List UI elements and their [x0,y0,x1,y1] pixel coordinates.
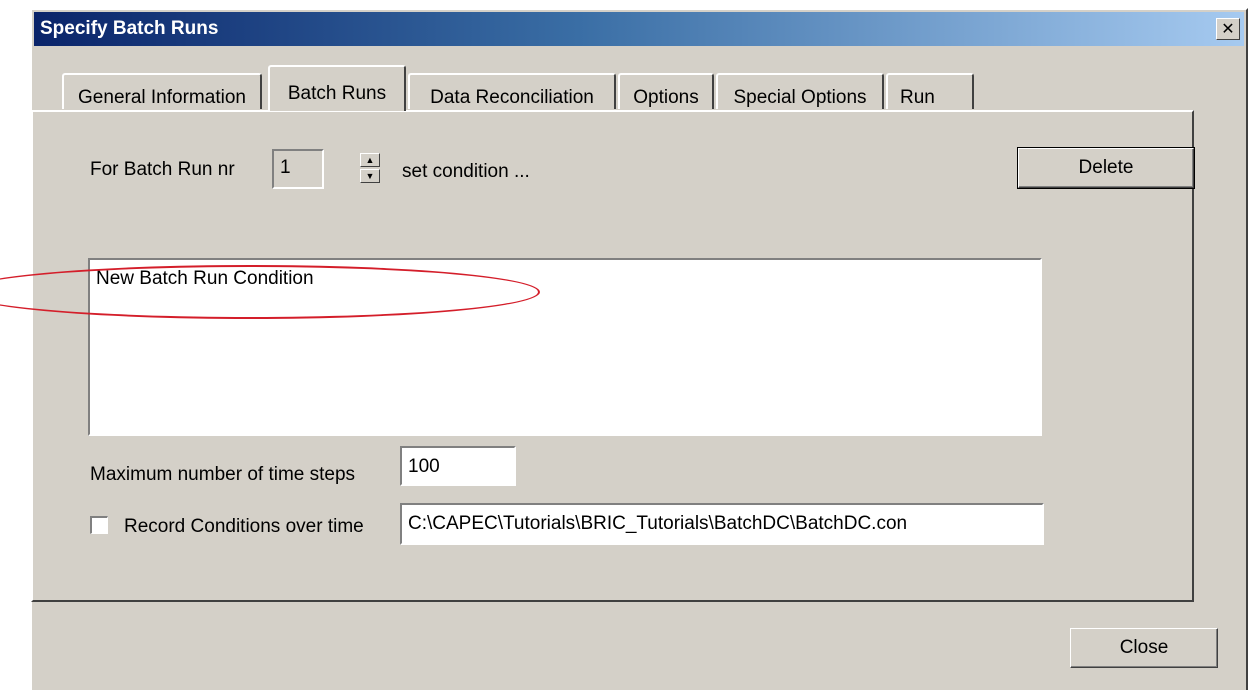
close-button-label: Close [1119,637,1169,658]
record-conditions-checkbox[interactable] [90,516,108,534]
spin-down-icon[interactable]: ▼ [360,169,380,183]
batch-run-number-field[interactable]: 1 [272,149,324,189]
tab-data-reconciliation[interactable]: Data Reconciliation [408,73,616,109]
set-condition-label: set condition ... [402,161,530,182]
tab-label: Special Options [733,87,867,108]
batch-run-number-label: For Batch Run nr [90,159,235,180]
tab-general-information[interactable]: General Information [62,73,262,109]
record-file-path-value: C:\CAPEC\Tutorials\BRIC_Tutorials\BatchD… [408,513,908,534]
record-conditions-label: Record Conditions over time [124,516,364,537]
tab-label: Batch Runs [287,83,387,104]
window-title: Specify Batch Runs [40,18,219,39]
close-icon: ✕ [1221,21,1235,38]
title-bar: Specify Batch Runs ✕ [34,12,1244,46]
tab-run[interactable]: Run [886,73,974,109]
spin-up-icon[interactable]: ▲ [360,153,380,167]
close-button[interactable]: Close [1070,628,1218,668]
tab-batch-runs[interactable]: Batch Runs [268,65,406,111]
max-time-steps-value: 100 [408,456,440,477]
delete-button-label: Delete [1078,157,1134,178]
close-window-button[interactable]: ✕ [1216,18,1240,40]
tab-label: Run [900,87,935,108]
record-file-path-input[interactable]: C:\CAPEC\Tutorials\BRIC_Tutorials\BatchD… [400,503,1044,545]
tab-label: Data Reconciliation [430,87,594,108]
max-time-steps-input[interactable]: 100 [400,446,516,486]
tab-label: General Information [78,87,246,108]
batch-run-number-value: 1 [280,157,291,178]
max-time-steps-label: Maximum number of time steps [90,464,356,485]
delete-button[interactable]: Delete [1017,147,1195,189]
tab-label: Options [633,87,699,108]
tab-special-options[interactable]: Special Options [716,73,884,109]
tab-options[interactable]: Options [618,73,714,109]
